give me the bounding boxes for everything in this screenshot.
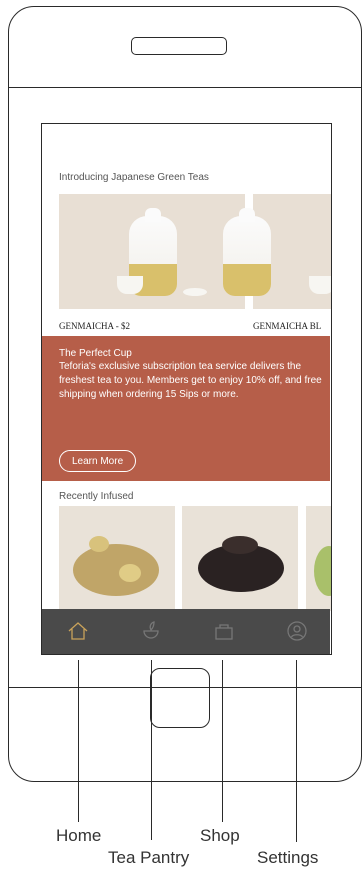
recent-tea-tile-black[interactable]	[182, 506, 298, 611]
chamomile-image	[73, 544, 159, 596]
recent-section-title: Recently Infused	[59, 491, 134, 502]
product-label[interactable]: GENMAICHA BL	[253, 321, 330, 331]
product-carousel[interactable]	[59, 194, 331, 309]
callout-line-home	[78, 660, 79, 822]
home-icon	[68, 622, 88, 640]
top-bezel-divider	[9, 87, 361, 88]
intro-section-title: Introducing Japanese Green Teas	[59, 172, 209, 183]
green-tea-image	[314, 546, 331, 596]
promo-banner: The Perfect Cup Teforia's exclusive subs…	[42, 336, 330, 481]
tea-leaves-dish	[183, 288, 207, 296]
tab-tea-pantry[interactable]	[139, 619, 163, 643]
recent-tea-tile-chamomile[interactable]	[59, 506, 175, 611]
promo-title: The Perfect Cup	[59, 348, 132, 359]
tab-home[interactable]	[66, 619, 90, 643]
tea-cup-image	[309, 276, 331, 294]
product-card[interactable]	[59, 194, 245, 309]
callout-line-shop	[222, 660, 223, 822]
callout-label-settings: Settings	[257, 848, 319, 867]
flower-detail	[119, 564, 141, 582]
callout-line-tea-pantry	[151, 660, 152, 840]
tea-pantry-icon	[143, 621, 159, 639]
flower-detail	[89, 536, 109, 552]
callout-label-home: Home	[56, 826, 102, 845]
callout-line-settings	[296, 660, 297, 842]
shop-icon	[215, 624, 233, 640]
speaker-slot	[131, 37, 227, 55]
tab-shop[interactable]	[212, 619, 236, 643]
bottom-tab-bar	[42, 609, 330, 654]
learn-more-button[interactable]: Learn More	[59, 450, 137, 472]
tea-cup-image	[117, 276, 143, 294]
home-hardware-button[interactable]	[150, 668, 210, 728]
settings-icon	[287, 621, 307, 641]
leaf-detail	[222, 536, 258, 554]
promo-body: Teforia's exclusive subscription tea ser…	[59, 361, 322, 400]
app-screen: Introducing Japanese Green Teas GENMAICH…	[41, 123, 332, 655]
callout-label-tea-pantry: Tea Pantry	[108, 848, 190, 867]
tea-liquid	[223, 264, 271, 296]
product-card[interactable]	[223, 194, 331, 309]
product-label[interactable]: GENMAICHA - $2	[59, 321, 130, 331]
tab-settings[interactable]	[285, 619, 309, 643]
recent-tea-tile-green[interactable]	[306, 506, 331, 611]
callout-label-shop: Shop	[200, 826, 240, 845]
